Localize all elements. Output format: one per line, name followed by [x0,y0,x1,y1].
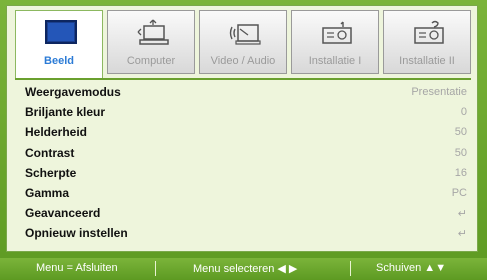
projector-settings-icon [414,20,444,44]
menu-item-label: Opnieuw instellen [25,226,128,241]
footer-help-bar: Menu = Afsluiten Menu selecteren ◀ ▶ Sch… [0,258,487,280]
footer-divider [155,261,156,276]
menu-item-weergavemodus[interactable]: Weergavemodus Presentatie [7,82,479,102]
tab-label: Computer [126,55,176,67]
menu-item-label: Gamma [25,186,70,201]
menu-item-contrast[interactable]: Contrast 50 [7,143,479,163]
enter-icon: ↵ [457,207,467,220]
footer-scroll-hint: Schuiven ▲▼ [376,262,447,274]
settings-list: Weergavemodus Presentatie Briljante kleu… [7,82,479,244]
menu-item-briljante-kleur[interactable]: Briljante kleur 0 [7,102,479,122]
menu-item-value: PC [451,187,467,200]
tab-video-audio[interactable]: Video / Audio [199,10,287,74]
tab-label: Installatie I [308,55,362,67]
tab-label: Beeld [44,55,74,67]
menu-item-label: Scherpte [25,165,77,180]
tab-label: Video / Audio [210,55,276,67]
tab-computer[interactable]: Computer [107,10,195,74]
footer-divider [350,261,351,276]
menu-item-value: 0 [460,106,467,119]
menu-panel: Beeld Computer Video / Audio Installatie… [6,5,478,252]
osd-menu: Beeld Computer Video / Audio Installatie… [0,0,487,280]
footer-select-hint: Menu selecteren ◀ ▶ [193,263,298,275]
tab-beeld[interactable]: Beeld [15,10,103,79]
tab-label: Installatie II [399,55,455,67]
tab-installatie-2[interactable]: Installatie II [383,10,471,74]
footer-exit-hint: Menu = Afsluiten [36,262,118,274]
menu-item-value: Presentatie [411,86,467,99]
menu-item-gamma[interactable]: Gamma PC [7,183,479,203]
enter-icon: ↵ [457,227,467,240]
menu-item-geavanceerd[interactable]: Geavanceerd ↵ [7,203,479,223]
menu-item-label: Contrast [25,145,75,160]
menu-item-label: Geavanceerd [25,206,101,221]
menu-item-value: 16 [454,166,467,179]
video-audio-icon [229,24,261,45]
menu-item-label: Briljante kleur [25,105,106,120]
menu-item-value: 50 [454,126,467,139]
menu-item-scherpte[interactable]: Scherpte 16 [7,163,479,183]
menu-item-helderheid[interactable]: Helderheid 50 [7,122,479,142]
tab-underline [15,78,471,80]
tab-installatie-1[interactable]: Installatie I [291,10,379,74]
menu-item-label: Weergavemodus [25,85,121,100]
computer-icon [137,19,169,45]
menu-item-label: Helderheid [25,125,88,140]
monitor-icon [45,20,77,44]
menu-item-value: 50 [454,146,467,159]
tab-bar: Beeld Computer Video / Audio Installatie… [7,6,479,79]
menu-item-opnieuw-instellen[interactable]: Opnieuw instellen ↵ [7,223,479,243]
projector-icon [322,21,352,44]
